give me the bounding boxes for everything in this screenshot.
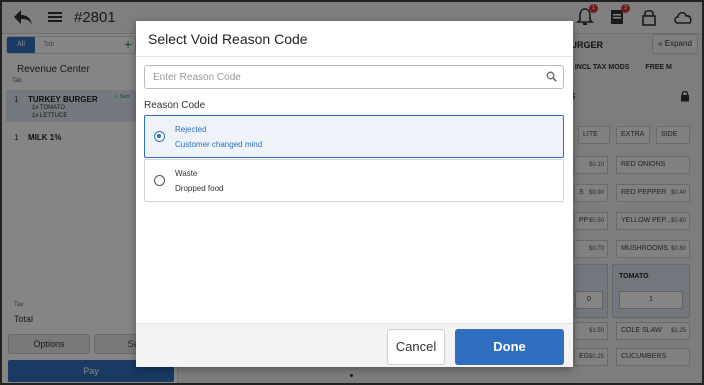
dialog-footer: Cancel Done <box>136 323 573 367</box>
reason-option-waste[interactable]: Waste Dropped food <box>144 159 564 202</box>
radio-unselected[interactable] <box>154 175 165 186</box>
dialog-title: Select Void Reason Code <box>148 31 308 47</box>
app-window: #2801 1 3 All Tab + Revenue Center Tab 1… <box>0 0 704 385</box>
search-icon[interactable] <box>546 71 557 82</box>
reason-title: Rejected <box>175 125 207 134</box>
reason-title: Waste <box>175 169 198 178</box>
radio-selected[interactable] <box>154 131 165 142</box>
reason-description: Customer changed mind <box>175 140 263 149</box>
reason-code-label: Reason Code <box>144 100 206 111</box>
reason-search <box>144 65 564 89</box>
done-button[interactable]: Done <box>455 329 564 365</box>
divider <box>136 56 573 57</box>
cancel-button[interactable]: Cancel <box>387 329 445 365</box>
void-reason-dialog: Select Void Reason Code Reason Code Reje… <box>136 21 573 367</box>
reason-code-input[interactable] <box>145 66 535 88</box>
reason-option-rejected[interactable]: Rejected Customer changed mind <box>144 115 564 158</box>
reason-description: Dropped food <box>175 184 224 193</box>
